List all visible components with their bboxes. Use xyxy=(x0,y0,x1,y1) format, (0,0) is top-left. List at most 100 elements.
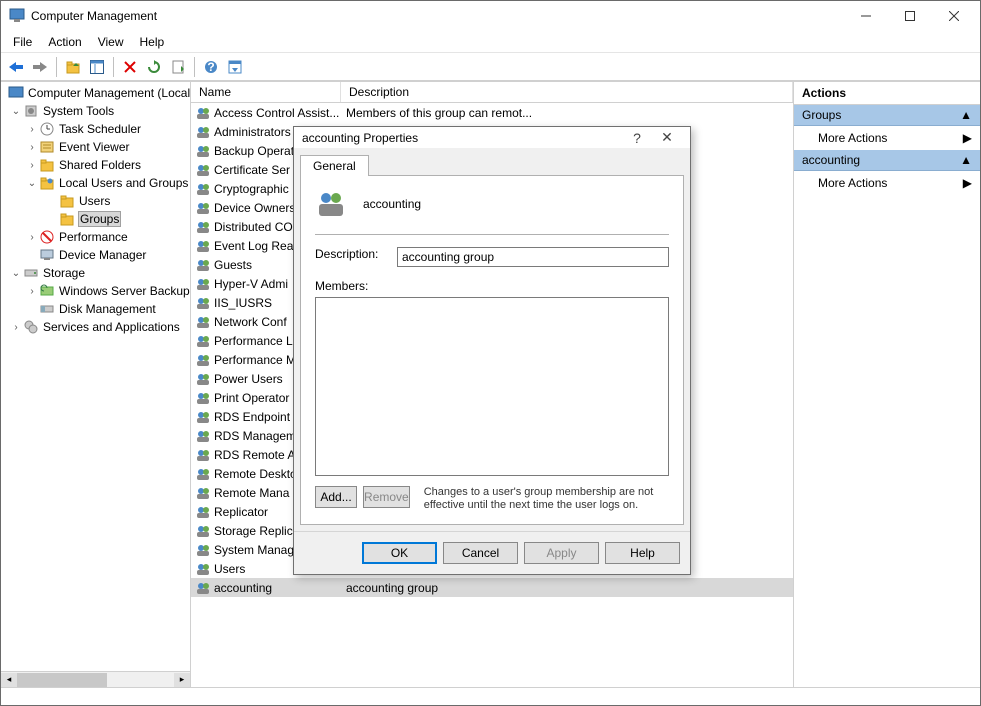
tree-disk-management[interactable]: ·Disk Management xyxy=(1,300,190,318)
group-icon xyxy=(195,371,211,387)
remove-button[interactable]: Remove xyxy=(363,486,410,508)
group-icon xyxy=(195,485,211,501)
row-name: accounting xyxy=(214,581,346,595)
dialog-close-button[interactable]: ✕ xyxy=(652,129,682,146)
group-icon xyxy=(195,523,211,539)
group-icon xyxy=(195,333,211,349)
collapse-icon: ▲ xyxy=(960,153,972,167)
menu-file[interactable]: File xyxy=(5,33,40,51)
dialog-title-bar: accounting Properties ? ✕ xyxy=(294,127,690,148)
group-icon xyxy=(195,447,211,463)
properties-button[interactable] xyxy=(224,56,246,78)
tree-task-scheduler[interactable]: ›Task Scheduler xyxy=(1,120,190,138)
cancel-button[interactable]: Cancel xyxy=(443,542,518,564)
list-header: Name Description xyxy=(191,82,793,103)
tree-event-viewer[interactable]: ›Event Viewer xyxy=(1,138,190,156)
menu-action[interactable]: Action xyxy=(40,33,89,51)
tree-groups[interactable]: ·Groups xyxy=(1,210,190,228)
tree-windows-backup[interactable]: ›Windows Server Backup xyxy=(1,282,190,300)
group-icon xyxy=(195,200,211,216)
group-icon xyxy=(195,257,211,273)
members-label: Members: xyxy=(315,279,669,293)
actions-title: Actions xyxy=(794,82,980,105)
group-icon xyxy=(195,561,211,577)
tree-scrollbar[interactable]: ◂▸ xyxy=(1,671,190,687)
group-icon xyxy=(195,105,211,121)
actions-groups-more[interactable]: More Actions▶ xyxy=(794,126,980,150)
help-button[interactable]: ? xyxy=(200,56,222,78)
group-icon xyxy=(195,542,211,558)
list-row[interactable]: Access Control Assist...Members of this … xyxy=(191,103,793,122)
membership-note: Changes to a user's group membership are… xyxy=(424,486,669,512)
refresh-button[interactable] xyxy=(143,56,165,78)
group-icon xyxy=(195,276,211,292)
close-button[interactable] xyxy=(932,1,976,31)
group-icon xyxy=(195,428,211,444)
tree-performance[interactable]: ›Performance xyxy=(1,228,190,246)
title-bar: Computer Management xyxy=(1,1,980,31)
list-row[interactable]: accountingaccounting group xyxy=(191,578,793,597)
chevron-right-icon: ▶ xyxy=(963,176,972,190)
actions-pane: Actions Groups▲ More Actions▶ accounting… xyxy=(794,82,980,687)
back-button[interactable] xyxy=(5,56,27,78)
group-name-label: accounting xyxy=(363,197,421,211)
forward-button[interactable] xyxy=(29,56,51,78)
dialog-help-button-2[interactable]: Help xyxy=(605,542,680,564)
up-button[interactable] xyxy=(62,56,84,78)
collapse-icon: ▲ xyxy=(960,108,972,122)
group-icon xyxy=(195,314,211,330)
add-button[interactable]: Add... xyxy=(315,486,357,508)
tree-shared-folders[interactable]: ›Shared Folders xyxy=(1,156,190,174)
tree-services-apps[interactable]: ›Services and Applications xyxy=(1,318,190,336)
dialog-help-button[interactable]: ? xyxy=(622,130,652,146)
description-label: Description: xyxy=(315,247,397,261)
tree-pane[interactable]: ▸Computer Management (Local ⌄System Tool… xyxy=(1,82,191,687)
show-hide-button[interactable] xyxy=(86,56,108,78)
app-icon xyxy=(9,8,25,24)
group-icon xyxy=(195,352,211,368)
tree-system-tools[interactable]: ⌄System Tools xyxy=(1,102,190,120)
column-description[interactable]: Description xyxy=(341,82,793,102)
group-icon xyxy=(195,162,211,178)
menu-view[interactable]: View xyxy=(90,33,132,51)
dialog-title: accounting Properties xyxy=(302,131,622,145)
actions-accounting-header[interactable]: accounting▲ xyxy=(794,150,980,171)
group-icon xyxy=(195,580,211,596)
group-icon xyxy=(195,181,211,197)
group-icon xyxy=(195,295,211,311)
actions-accounting-more[interactable]: More Actions▶ xyxy=(794,171,980,195)
group-icon xyxy=(195,466,211,482)
group-icon xyxy=(195,409,211,425)
row-name: Access Control Assist... xyxy=(214,106,346,120)
group-icon xyxy=(195,143,211,159)
status-bar xyxy=(1,687,980,705)
export-button[interactable] xyxy=(167,56,189,78)
row-description: accounting group xyxy=(346,581,438,595)
column-name[interactable]: Name xyxy=(191,82,341,102)
maximize-button[interactable] xyxy=(888,1,932,31)
tree-root[interactable]: ▸Computer Management (Local xyxy=(1,84,190,102)
members-listbox[interactable] xyxy=(315,297,669,476)
group-icon xyxy=(195,504,211,520)
apply-button[interactable]: Apply xyxy=(524,542,599,564)
menu-help[interactable]: Help xyxy=(132,33,173,51)
group-icon xyxy=(195,390,211,406)
minimize-button[interactable] xyxy=(844,1,888,31)
properties-dialog: accounting Properties ? ✕ General accoun… xyxy=(293,126,691,575)
actions-groups-header[interactable]: Groups▲ xyxy=(794,105,980,126)
description-input[interactable] xyxy=(397,247,669,267)
group-icon xyxy=(195,219,211,235)
tree-users[interactable]: ·Users xyxy=(1,192,190,210)
tree-local-users-groups[interactable]: ⌄Local Users and Groups xyxy=(1,174,190,192)
toolbar: ? xyxy=(1,53,980,81)
tree-storage[interactable]: ⌄Storage xyxy=(1,264,190,282)
svg-text:?: ? xyxy=(207,60,214,74)
ok-button[interactable]: OK xyxy=(362,542,437,564)
window-title: Computer Management xyxy=(31,9,844,23)
delete-button[interactable] xyxy=(119,56,141,78)
tab-general[interactable]: General xyxy=(300,155,369,176)
group-icon xyxy=(315,188,347,220)
tree-device-manager[interactable]: ·Device Manager xyxy=(1,246,190,264)
group-icon xyxy=(195,238,211,254)
chevron-right-icon: ▶ xyxy=(963,131,972,145)
